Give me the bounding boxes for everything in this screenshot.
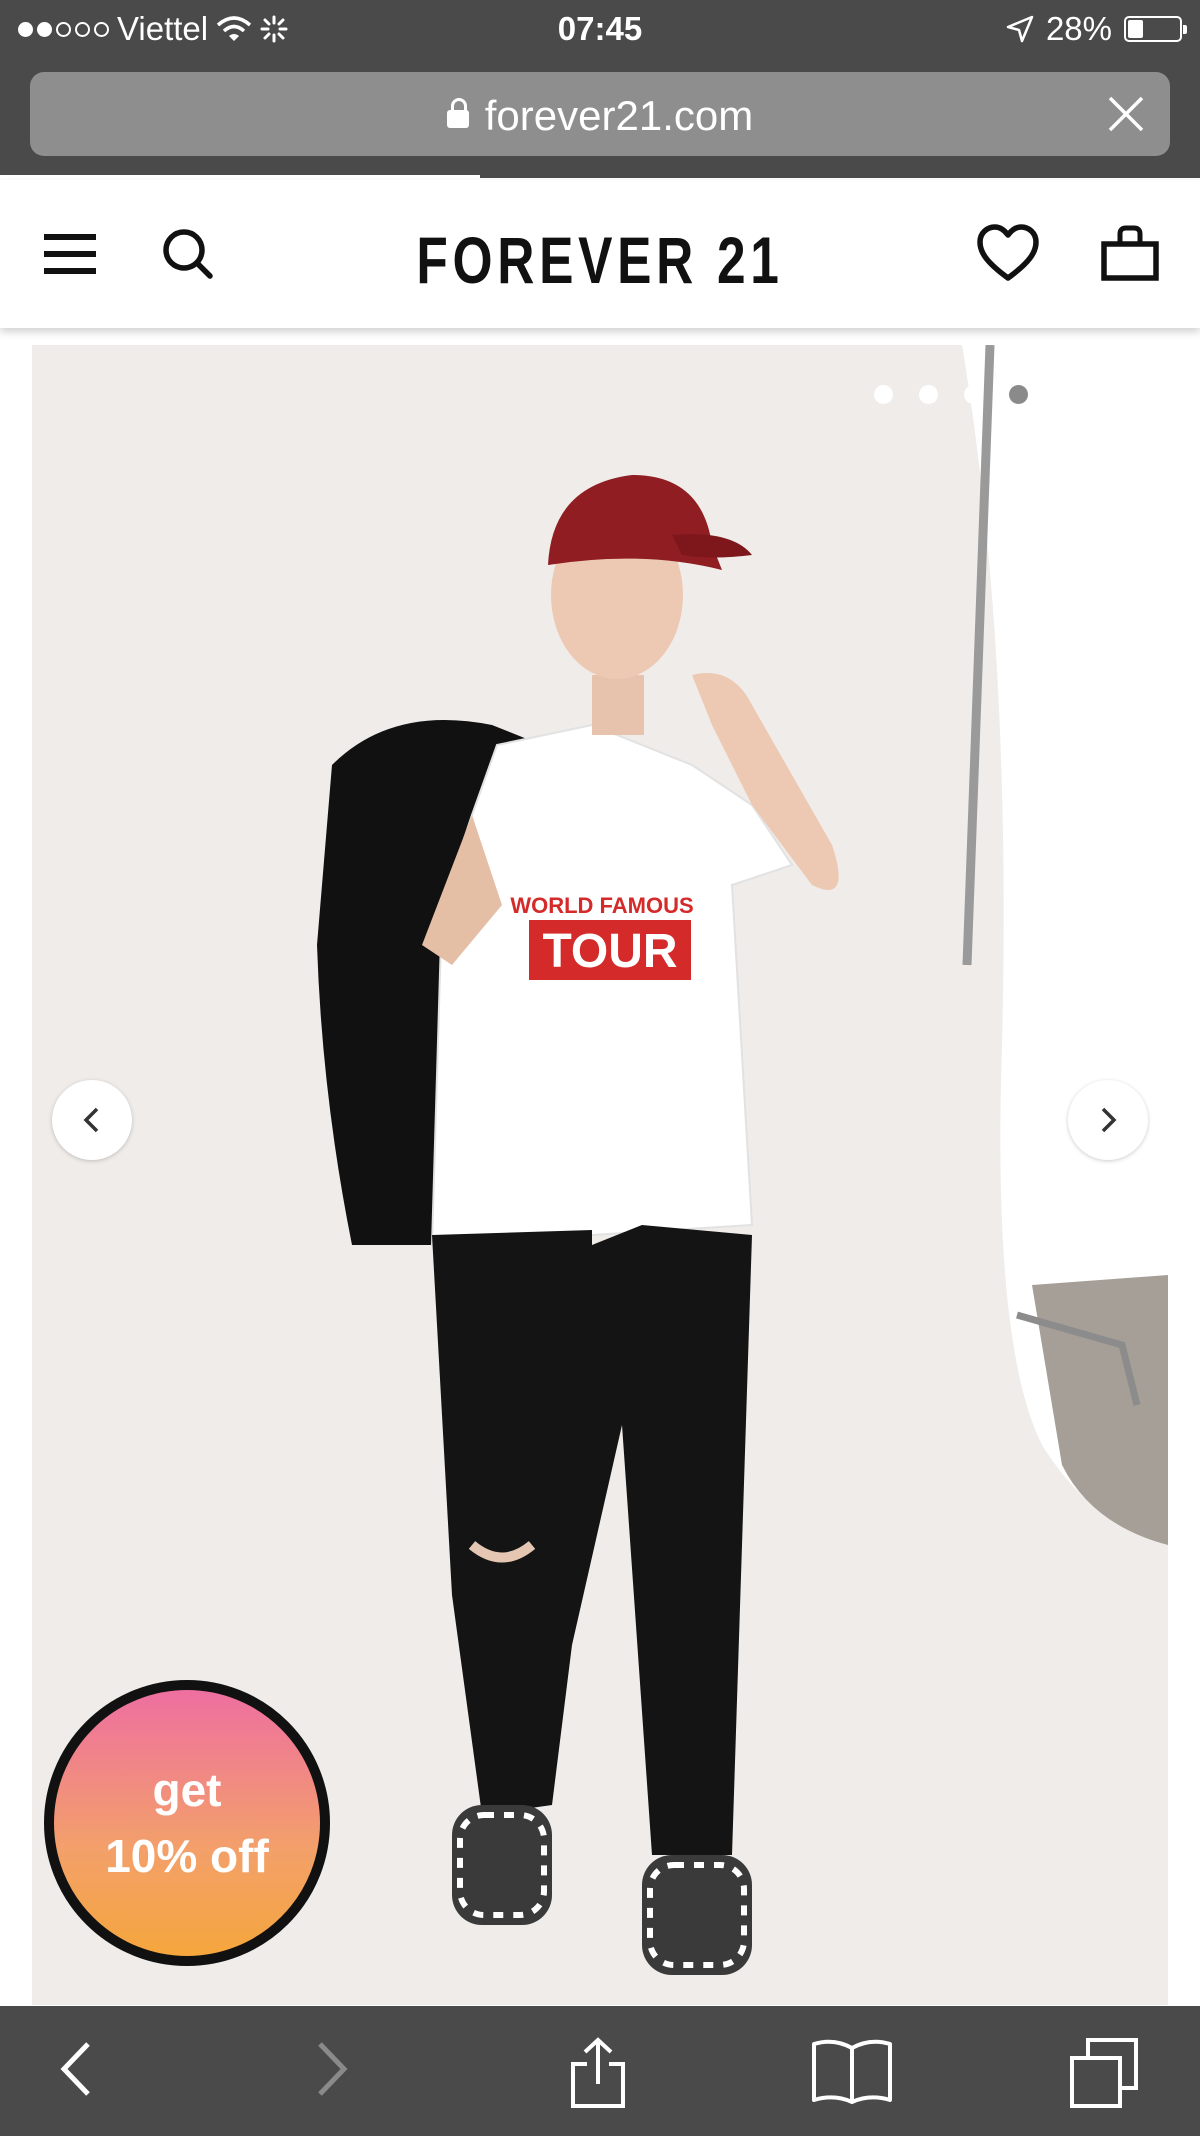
status-bar: Viettel 07:45 28% — [0, 0, 1200, 62]
status-right: 28% — [1006, 10, 1187, 48]
battery-level — [1128, 20, 1144, 38]
tabs-icon[interactable] — [1066, 2036, 1142, 2112]
site-header: FOREVER 21 — [0, 180, 1200, 328]
carousel-dot[interactable] — [1009, 385, 1028, 404]
carousel-dot[interactable] — [1099, 385, 1118, 404]
carousel-indicators[interactable] — [874, 385, 1118, 404]
browser-chrome: Viettel 07:45 28% forever21.com — [0, 0, 1200, 180]
carousel-dot[interactable] — [919, 385, 938, 404]
shopping-bag-icon[interactable] — [1100, 224, 1160, 284]
share-icon[interactable] — [563, 2036, 633, 2110]
url-display[interactable]: forever21.com — [30, 92, 1170, 140]
carousel-dot[interactable] — [1054, 385, 1073, 404]
lock-icon — [446, 98, 469, 128]
brand-logo[interactable]: FOREVER 21 — [132, 222, 1068, 298]
carousel-dot[interactable] — [964, 385, 983, 404]
discount-promo-button[interactable]: get 10% off — [44, 1680, 330, 1966]
carousel-next-button[interactable] — [1068, 1080, 1148, 1160]
location-arrow-icon — [1006, 15, 1034, 43]
bookmarks-icon[interactable] — [810, 2036, 894, 2106]
svg-text:WORLD FAMOUS: WORLD FAMOUS — [510, 893, 693, 918]
address-bar[interactable]: forever21.com — [30, 72, 1170, 156]
svg-text:TOUR: TOUR — [542, 925, 677, 978]
battery-percent: 28% — [1045, 10, 1112, 47]
promo-line-2: 10% off — [105, 1830, 269, 1882]
carousel-dot[interactable] — [874, 385, 893, 404]
carousel-prev-button[interactable] — [52, 1080, 132, 1160]
promo-line-1: get — [152, 1764, 222, 1816]
chevron-right-icon — [1101, 1107, 1117, 1133]
heart-icon[interactable] — [976, 224, 1040, 284]
url-text: forever21.com — [484, 92, 754, 139]
browser-toolbar — [0, 2006, 1200, 2136]
menu-icon[interactable] — [40, 224, 100, 284]
battery-icon — [1124, 16, 1187, 42]
back-icon[interactable] — [48, 2036, 108, 2102]
chevron-left-icon — [83, 1107, 99, 1133]
forward-icon[interactable] — [300, 2036, 360, 2102]
stop-loading-icon[interactable] — [1104, 92, 1148, 136]
